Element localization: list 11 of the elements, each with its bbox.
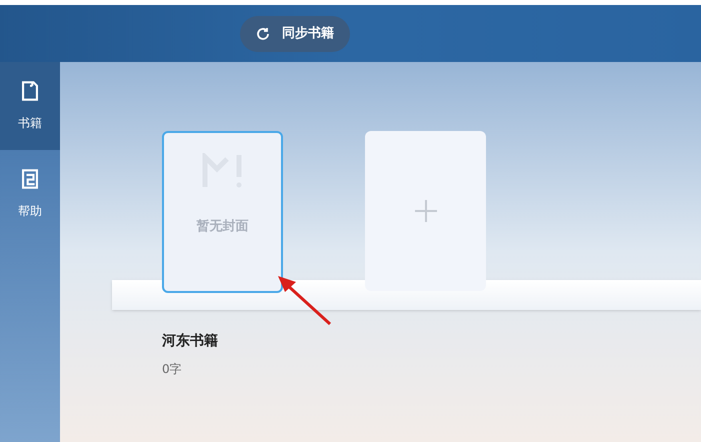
book-icon [19,80,41,102]
word-count: 0字 [162,361,183,378]
no-cover-text: 暂无封面 [196,218,248,236]
sidebar-item[interactable]: 帮助 [0,150,60,238]
add-book-button[interactable] [365,131,486,291]
refresh-icon [256,26,270,40]
help-icon [19,168,41,190]
sidebar-item[interactable]: 书籍 [0,62,60,150]
book-title: 河东书籍 [162,332,219,351]
plus-icon [414,200,436,222]
sync-button[interactable]: 同步书籍 [240,16,350,52]
